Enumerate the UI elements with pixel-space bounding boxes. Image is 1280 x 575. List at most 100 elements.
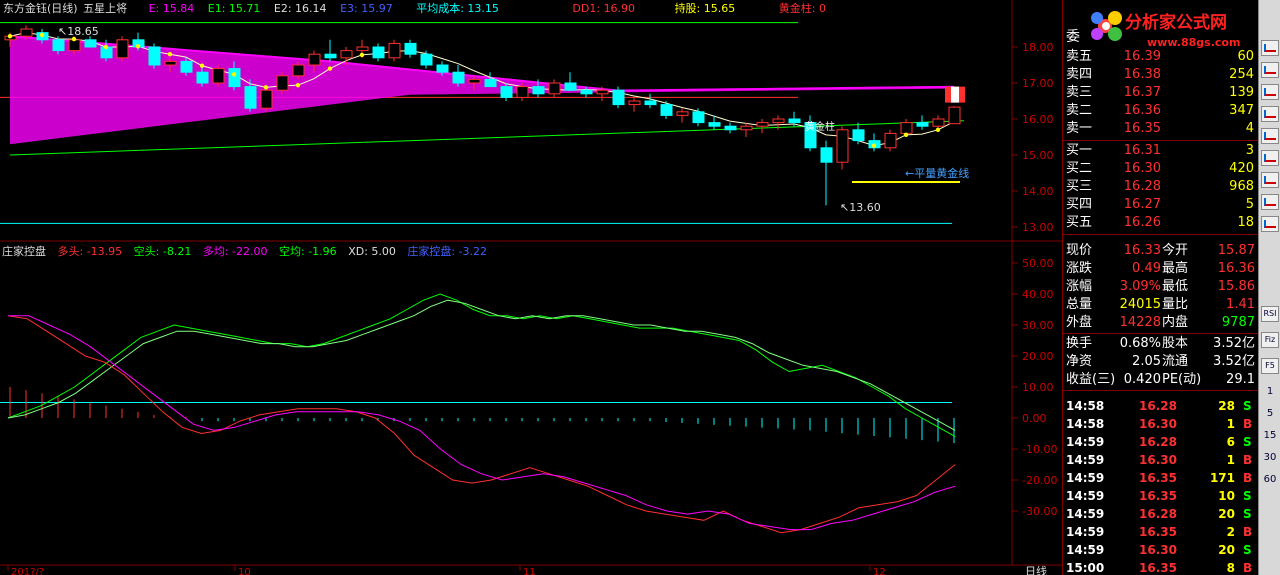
toolbar-button-rsi[interactable]: RSI — [1261, 306, 1279, 322]
candle-body[interactable] — [276, 75, 289, 91]
candle-body[interactable] — [20, 28, 33, 37]
chart-area[interactable]: 18.00 17.00 16.00 15.00 14.00 13.00 50.00 40.00… — [0, 0, 1062, 575]
tick-volume: 6 — [1226, 435, 1235, 449]
candle-body[interactable] — [884, 132, 897, 149]
candle-body[interactable] — [260, 89, 273, 109]
candle-body[interactable] — [340, 50, 353, 59]
candle-body[interactable] — [900, 122, 913, 134]
quote-row: 涨幅 3.09% 最低 15.86 — [1063, 278, 1259, 296]
candle-body[interactable] — [580, 89, 593, 95]
candle-body[interactable] — [532, 86, 545, 95]
candle-body[interactable] — [516, 86, 529, 98]
candle-body[interactable] — [148, 46, 161, 66]
candle-body[interactable] — [212, 68, 225, 84]
candle-body[interactable] — [772, 118, 785, 124]
row-value-2: 15.86 — [1217, 279, 1255, 294]
toolbar-button-1[interactable]: 1 — [1261, 384, 1279, 400]
buy-volume: 968 — [1229, 179, 1254, 194]
candle-body[interactable] — [404, 42, 417, 55]
toolbar-button-30[interactable]: 30 — [1261, 450, 1279, 466]
toolbar-icon-button[interactable] — [1261, 150, 1279, 166]
candle-body[interactable] — [660, 104, 673, 116]
candle-body[interactable] — [788, 118, 801, 124]
toolbar-icon-button[interactable] — [1261, 172, 1279, 188]
row-label: 卖二 — [1066, 103, 1093, 118]
candle-body[interactable] — [644, 100, 657, 106]
candle-body[interactable] — [852, 129, 865, 142]
osc-axis-label: 30.00 — [1022, 319, 1054, 332]
candle-body[interactable] — [84, 39, 97, 48]
toolbar-icon-button[interactable] — [1261, 106, 1279, 122]
candle-body[interactable] — [468, 78, 481, 84]
toolbar-button-f5[interactable]: F5 — [1261, 358, 1279, 374]
candle-body[interactable] — [564, 82, 577, 91]
candle-body[interactable] — [452, 71, 465, 84]
candle-body[interactable] — [500, 86, 513, 98]
candle-body[interactable] — [436, 64, 449, 73]
candle-body[interactable] — [836, 129, 849, 163]
osc-axis-label: 40.00 — [1022, 288, 1054, 301]
tick-price: 16.28 — [1139, 507, 1177, 521]
candle-body[interactable] — [68, 39, 81, 52]
candle-body[interactable] — [708, 122, 721, 127]
toolbar-button-15[interactable]: 15 — [1261, 428, 1279, 444]
candle-body[interactable] — [324, 53, 337, 59]
candle-body[interactable] — [628, 100, 641, 106]
candle-body[interactable] — [676, 111, 689, 116]
tick-time: 14:59 — [1066, 507, 1105, 521]
candle-body[interactable] — [196, 71, 209, 84]
tick-time: 14:59 — [1066, 471, 1105, 485]
row-value: 16.27 — [1123, 197, 1161, 212]
zjkp-value: 庄家控盘: -3.22 — [407, 245, 488, 258]
toolbar-icon-button[interactable] — [1261, 216, 1279, 232]
candle-body[interactable] — [52, 39, 65, 52]
candle-body[interactable] — [820, 147, 833, 163]
panel-separator — [1063, 390, 1259, 391]
site-logo: 分析家公式网 www.88gs.com — [1085, 4, 1255, 52]
candle-body[interactable] — [932, 118, 945, 127]
candle-body[interactable] — [292, 64, 305, 77]
low-annotation: ↖13.60 — [840, 201, 881, 214]
stock-title[interactable]: 东方金钰(日线) — [3, 2, 78, 15]
toolbar-button-60[interactable]: 60 — [1261, 472, 1279, 488]
candle-body[interactable] — [372, 46, 385, 59]
tick-time: 14:58 — [1066, 417, 1105, 431]
candle-body[interactable] — [756, 122, 769, 127]
candle-body[interactable] — [356, 46, 369, 52]
candle-body[interactable] — [724, 125, 737, 131]
candle-body[interactable] — [692, 111, 705, 124]
candle-body[interactable] — [612, 89, 625, 106]
candle-body[interactable] — [740, 125, 753, 131]
candle-body[interactable] — [948, 106, 961, 125]
tick-price: 16.35 — [1139, 489, 1177, 503]
toolbar-button-fiz[interactable]: Fiz — [1261, 332, 1279, 348]
candle-body[interactable] — [596, 89, 609, 95]
toolbar-icon-button[interactable] — [1261, 40, 1279, 56]
row-label: 现价 — [1066, 243, 1093, 258]
candle-body[interactable] — [484, 78, 497, 88]
kline-chart[interactable]: 18.00 17.00 16.00 15.00 14.00 13.00 50.00 40.00… — [0, 0, 1062, 575]
osc-axis-label: 0.00 — [1022, 412, 1047, 425]
candle-body[interactable] — [308, 53, 321, 66]
candle-body[interactable] — [420, 53, 433, 66]
sub-title[interactable]: 庄家控盘 — [2, 245, 46, 258]
formula-name[interactable]: 五星上将 — [83, 2, 127, 15]
toolbar-icon-button[interactable] — [1261, 84, 1279, 100]
candle-body[interactable] — [116, 39, 129, 59]
signal-dot — [359, 52, 365, 58]
toolbar-icon-button[interactable] — [1261, 194, 1279, 210]
candle-body[interactable] — [244, 86, 257, 109]
candle-body[interactable] — [180, 60, 193, 73]
candle-body[interactable] — [228, 68, 241, 88]
tick-price: 16.28 — [1139, 399, 1177, 413]
candle-body[interactable] — [388, 42, 401, 59]
row-label-2: 量比 — [1162, 297, 1189, 312]
toolbar-icon-button[interactable] — [1261, 62, 1279, 78]
toolbar-icon-button[interactable] — [1261, 128, 1279, 144]
candle-body[interactable] — [164, 60, 177, 66]
buy-volume: 3 — [1245, 143, 1254, 158]
candle-body[interactable] — [916, 122, 929, 127]
e-value: E: 15.84 — [148, 2, 195, 15]
toolbar-button-5[interactable]: 5 — [1261, 406, 1279, 422]
candle-body[interactable] — [548, 82, 561, 95]
